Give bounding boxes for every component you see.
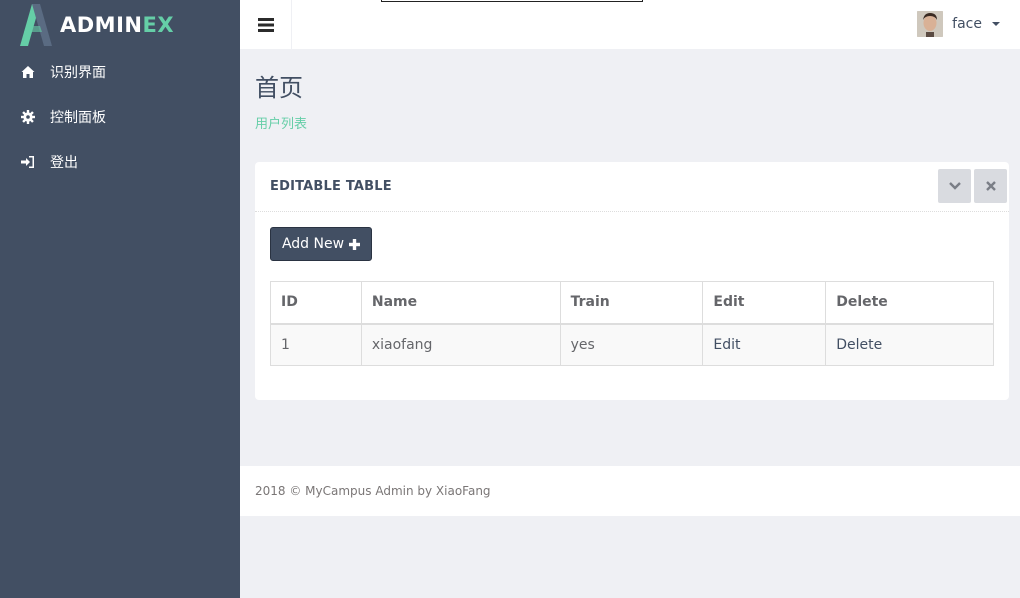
sidebar: ADMINEX 识别界面 控制面板 登出	[0, 0, 240, 598]
delete-link[interactable]: Delete	[836, 337, 882, 353]
cell-delete: Delete	[825, 323, 994, 366]
footer: 2018 © MyCampus Admin by XiaoFang	[240, 466, 1020, 516]
user-name: face	[952, 16, 982, 32]
logo-icon	[20, 3, 52, 46]
chevron-down-icon	[948, 182, 961, 190]
sidebar-item-dashboard[interactable]: 控制面板	[0, 94, 240, 139]
panel-header: EDITABLE TABLE	[255, 162, 1009, 212]
user-menu[interactable]: face	[917, 10, 1000, 38]
cell-edit: Edit	[702, 323, 827, 366]
home-icon	[21, 65, 35, 79]
footer-text: 2018 © MyCampus Admin by XiaoFang	[255, 484, 491, 498]
menu-icon	[257, 17, 274, 32]
add-new-button[interactable]: Add New	[270, 227, 372, 261]
page-title: 首页	[255, 74, 303, 102]
add-new-label: Add New	[281, 236, 345, 252]
column-header-edit[interactable]: Edit	[702, 281, 827, 325]
logo[interactable]: ADMINEX	[0, 0, 240, 49]
close-panel-button[interactable]	[974, 169, 1007, 203]
edit-link[interactable]: Edit	[713, 337, 740, 353]
sidebar-item-label: 登出	[50, 154, 78, 171]
table-row: 1 xiaofang yes Edit Delete	[270, 323, 994, 366]
sidebar-item-label: 识别界面	[50, 64, 106, 81]
collapse-button[interactable]	[938, 169, 971, 203]
overlay-box	[381, 0, 643, 2]
plus-icon	[349, 238, 361, 250]
sidebar-item-logout[interactable]: 登出	[0, 139, 240, 184]
close-icon	[985, 181, 996, 191]
top-header: face	[240, 0, 1020, 49]
menu-toggle-button[interactable]	[240, 0, 292, 49]
page-heading: 首页 用户列表	[255, 72, 307, 132]
column-header-train[interactable]: Train	[559, 281, 704, 325]
column-header-name[interactable]: Name	[360, 281, 561, 325]
breadcrumb[interactable]: 用户列表	[255, 113, 307, 132]
table-header-row: ID Name Train Edit Delete	[270, 281, 994, 325]
sidebar-item-label: 控制面板	[50, 109, 106, 126]
cell-train: yes	[559, 323, 704, 366]
data-table: ID Name Train Edit Delete 1 xiaofang yes…	[270, 281, 994, 366]
gear-icon	[21, 109, 35, 124]
brand-name: ADMINEX	[60, 12, 175, 37]
caret-down-icon	[992, 22, 1000, 26]
sidebar-item-recognition[interactable]: 识别界面	[0, 49, 240, 94]
column-header-delete[interactable]: Delete	[825, 281, 994, 325]
sidebar-nav: 识别界面 控制面板 登出	[0, 49, 240, 184]
panel-tools	[938, 169, 1007, 203]
avatar	[917, 11, 944, 37]
column-header-id[interactable]: ID	[270, 281, 362, 325]
cell-id: 1	[270, 323, 362, 366]
sign-in-icon	[21, 155, 35, 169]
cell-name: xiaofang	[360, 323, 561, 366]
panel-title: EDITABLE TABLE	[270, 179, 392, 194]
editable-table-panel: EDITABLE TABLE Add New ID Name Train Edi…	[255, 162, 1009, 400]
